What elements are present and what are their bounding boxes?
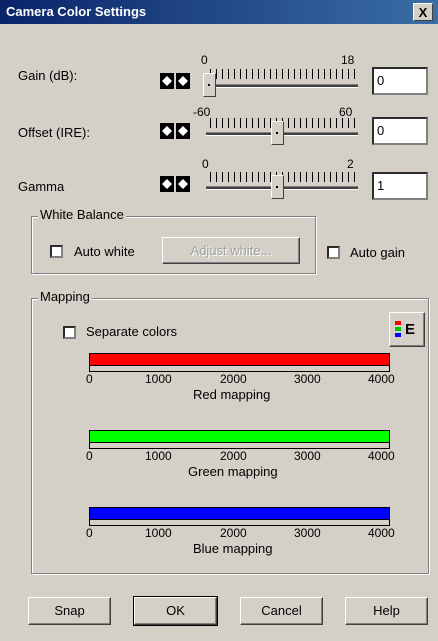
green-mapping-block: 0 1000 2000 3000 4000 Green mapping [0,428,438,488]
auto-white-checkbox[interactable] [50,245,63,258]
tick-label: 3000 [294,526,321,540]
auto-gain-label: Auto gain [350,245,405,260]
tick-label: 4000 [368,372,395,386]
edit-mapping-label: E [405,321,416,338]
tick-label: 1000 [145,526,172,540]
auto-white-label: Auto white [74,244,135,259]
help-button[interactable]: Help [345,597,428,625]
offset-label: Offset (IRE): [18,125,90,140]
offset-input[interactable]: 0 [372,117,428,145]
tick-label: 3000 [294,372,321,386]
white-balance-legend: White Balance [38,207,126,222]
gain-label: Gain (dB): [18,68,78,83]
gain-max: 18 [341,53,355,67]
gain-ticks [210,69,356,79]
snap-button[interactable]: Snap [28,597,111,625]
close-button[interactable]: X [413,3,433,21]
offset-max: 60 [339,105,353,119]
edit-mapping-button[interactable]: E [389,312,425,347]
green-mapping-bar[interactable] [89,430,390,443]
gamma-stepper-icon[interactable] [160,176,190,192]
tick-label: 0 [86,526,93,540]
gamma-min: 0 [202,157,209,171]
tick-label: 2000 [220,526,247,540]
tick-label: 1000 [145,372,172,386]
window-title: Camera Color Settings [6,4,147,19]
adjust-white-button[interactable]: Adjust white... [162,237,300,264]
gamma-slider-thumb[interactable] [271,175,284,199]
gain-track [206,84,358,88]
tick-label: 4000 [368,449,395,463]
rgb-bars-icon [395,321,401,337]
red-mapping-label: Red mapping [193,387,271,402]
blue-mapping-block: 0 1000 2000 3000 4000 Blue mapping [0,505,438,565]
blue-mapping-bar[interactable] [89,507,390,520]
red-mapping-bar[interactable] [89,353,390,366]
offset-min: -60 [193,105,211,119]
mapping-legend: Mapping [38,289,92,304]
tick-label: 4000 [368,526,395,540]
tick-label: 2000 [220,372,247,386]
blue-mapping-label: Blue mapping [193,541,273,556]
ok-button[interactable]: OK [133,596,218,626]
tick-label: 3000 [294,449,321,463]
offset-slider-thumb[interactable] [271,121,284,145]
gamma-label: Gamma [18,179,65,194]
gamma-input[interactable]: 1 [372,172,428,200]
gain-stepper-icon[interactable] [160,73,190,89]
tick-label: 0 [86,449,93,463]
gain-input[interactable]: 0 [372,67,428,95]
offset-stepper-icon[interactable] [160,123,190,139]
tick-label: 2000 [220,449,247,463]
tick-label: 0 [86,372,93,386]
gamma-max: 2 [347,157,354,171]
green-mapping-label: Green mapping [188,464,278,479]
tick-label: 1000 [145,449,172,463]
separate-colors-label: Separate colors [86,324,178,339]
gain-slider-thumb[interactable] [203,73,216,97]
gain-min: 0 [201,53,208,67]
red-mapping-block: 0 1000 2000 3000 4000 Red mapping [0,351,438,411]
cancel-button[interactable]: Cancel [240,597,323,625]
separate-colors-checkbox[interactable] [63,326,76,339]
auto-gain-checkbox[interactable] [327,246,340,259]
